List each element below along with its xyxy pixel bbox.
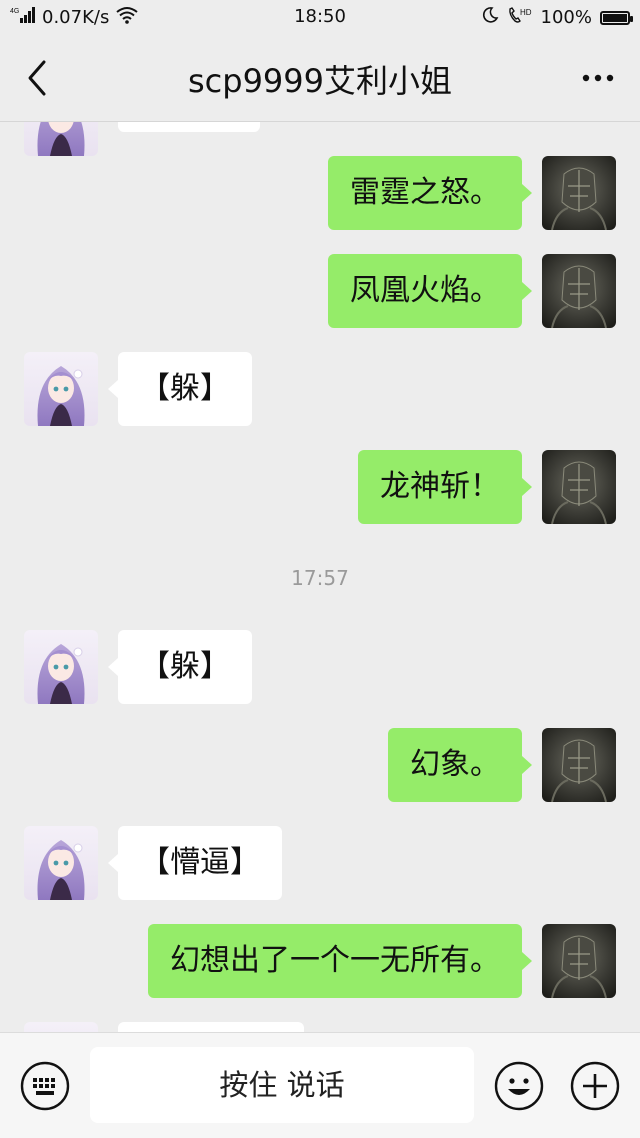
anime-girl-avatar-image [24, 630, 98, 704]
moon-icon [481, 6, 499, 29]
hold-to-talk-button[interactable]: 按住 说话 [90, 1047, 474, 1123]
dark-knight-avatar-image [542, 254, 616, 328]
anime-girl-avatar-image [24, 122, 98, 156]
contact-avatar[interactable] [24, 630, 98, 704]
keyboard-icon [20, 1061, 70, 1111]
more-actions-button[interactable] [570, 1061, 620, 1111]
message-bubble-incoming[interactable] [118, 122, 260, 132]
message-bubble-outgoing[interactable]: 凤凰火焰。 [328, 254, 532, 328]
message-bubble-incoming[interactable]: 【躲】 [108, 352, 252, 426]
message-text: 幻想出了一个一无所有。 [170, 943, 500, 978]
smiley-icon [494, 1061, 544, 1111]
message-bubble-incoming[interactable] [118, 1022, 304, 1032]
dark-knight-avatar-image [542, 450, 616, 524]
emoji-button[interactable] [494, 1061, 544, 1111]
message-text: 【躲】 [140, 371, 230, 406]
message-text: 【懵逼】 [140, 845, 260, 880]
message-bubble-outgoing[interactable]: 龙神斩！ [358, 450, 532, 524]
anime-girl-avatar-image [24, 1022, 98, 1032]
hd-label: HD [520, 8, 532, 17]
battery-percent: 100% [540, 7, 592, 28]
plus-icon [570, 1061, 620, 1111]
message-timestamp: 17:57 [291, 566, 349, 590]
contact-avatar[interactable] [24, 826, 98, 900]
anime-girl-avatar-image [24, 826, 98, 900]
contact-avatar[interactable] [24, 352, 98, 426]
message-text: 【躲】 [140, 649, 230, 684]
back-button[interactable] [20, 58, 56, 98]
message-bubble-incoming[interactable]: 【懵逼】 [108, 826, 282, 900]
my-avatar[interactable] [542, 254, 616, 328]
message-bubble-incoming[interactable]: 【躲】 [108, 630, 252, 704]
my-avatar[interactable] [542, 924, 616, 998]
contact-avatar[interactable] [24, 1022, 98, 1032]
message-text: 幻象。 [410, 747, 500, 782]
message-text: 凤凰火焰。 [350, 273, 500, 308]
status-right: HD 100% [481, 6, 633, 29]
dark-knight-avatar-image [542, 924, 616, 998]
hd-call-icon: HD [507, 6, 533, 29]
my-avatar[interactable] [542, 728, 616, 802]
status-bar: 4G 0.07K/s 18:50 HD 100% [0, 0, 640, 34]
more-button[interactable] [578, 60, 618, 96]
anime-girl-avatar-image [24, 352, 98, 426]
message-bubble-outgoing[interactable]: 幻想出了一个一无所有。 [148, 924, 532, 998]
message-text: 龙神斩！ [380, 469, 500, 504]
input-bar: 按住 说话 [0, 1032, 640, 1138]
dark-knight-avatar-image [542, 156, 616, 230]
chat-header: scp9999艾利小姐 [0, 34, 640, 122]
battery-icon [600, 10, 633, 25]
message-list[interactable]: 雷霆之怒。 凤凰火焰。 【躲】 龙神斩！ 17:57 【躲】 幻象。 【懵逼】 … [0, 122, 640, 1032]
my-avatar[interactable] [542, 450, 616, 524]
dark-knight-avatar-image [542, 728, 616, 802]
chat-title: scp9999艾利小姐 [187, 62, 453, 100]
chevron-left-icon [28, 60, 46, 96]
keyboard-toggle-button[interactable] [20, 1061, 70, 1111]
message-text: 雷霆之怒。 [350, 175, 500, 210]
my-avatar[interactable] [542, 156, 616, 230]
more-dots-icon [582, 74, 614, 82]
message-bubble-outgoing[interactable]: 雷霆之怒。 [328, 156, 532, 230]
message-bubble-outgoing[interactable]: 幻象。 [388, 728, 532, 802]
contact-avatar[interactable] [24, 122, 98, 156]
battery-fill [603, 13, 627, 22]
